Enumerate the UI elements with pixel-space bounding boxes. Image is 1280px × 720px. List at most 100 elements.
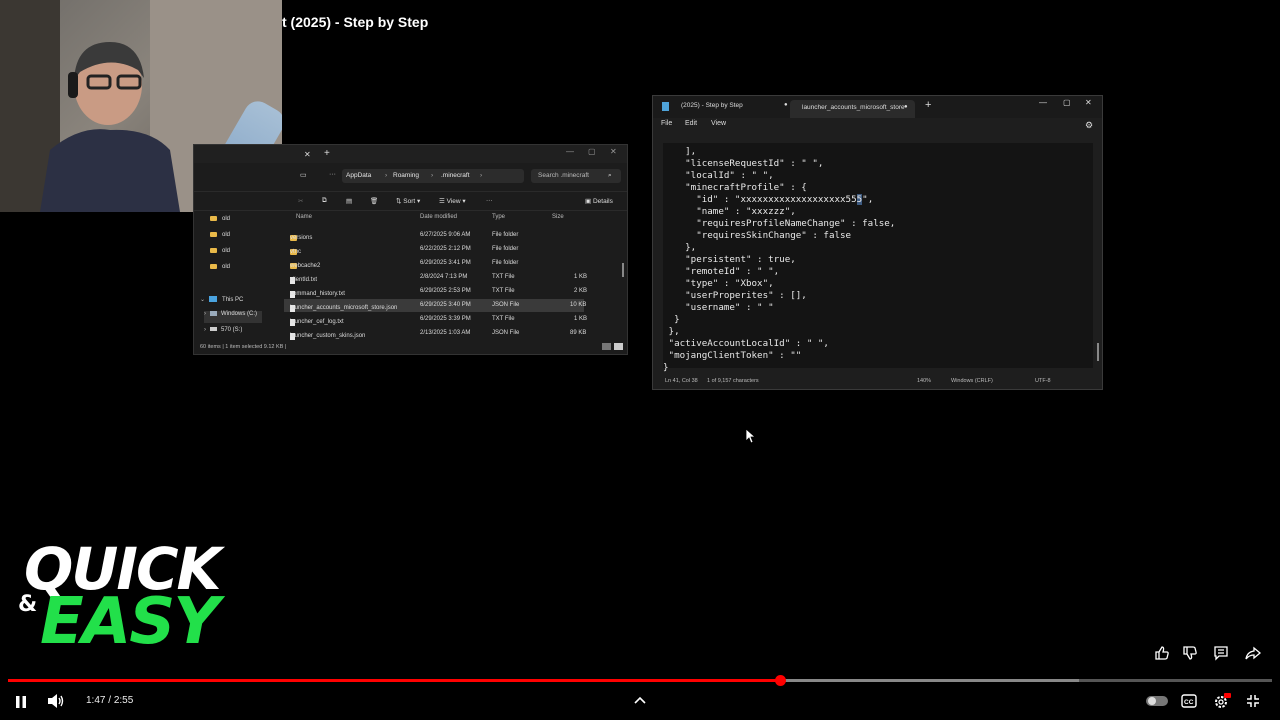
sidebar-item-windows-c[interactable]: › Windows (C:) [204, 311, 262, 323]
file-size: 89 KB [570, 330, 587, 336]
breadcrumb-chevron-icon: › [431, 172, 434, 179]
tab-video-title[interactable]: (2025) - Step by Step [681, 102, 743, 109]
file-row[interactable]: launcher_custom_skins.json 2/13/2025 1:03… [284, 327, 587, 340]
menu-file[interactable]: File [661, 120, 672, 127]
close-window-icon[interactable]: ✕ [610, 147, 617, 156]
file-row[interactable]: webcache2 6/29/2025 3:41 PM File folder [284, 257, 584, 270]
sidebar-item-old[interactable]: old [210, 264, 230, 270]
details-button[interactable]: ▣ Details [585, 197, 613, 205]
exit-fullscreen-icon[interactable] [1246, 694, 1260, 708]
encoding[interactable]: UTF-8 [1035, 378, 1051, 384]
search-placeholder: Search .minecraft [538, 172, 589, 179]
search-input[interactable]: Search .minecraft ⌕ [531, 169, 621, 183]
minimize-icon[interactable]: — [566, 147, 574, 156]
file-row[interactable]: launcher_cef_log.txt 6/29/2025 3:39 PM TXT… [284, 313, 587, 326]
pause-icon[interactable] [14, 695, 28, 709]
tiles-view-icon[interactable] [614, 343, 623, 350]
sidebar-item-old[interactable]: old [210, 248, 230, 254]
video-progress-bar[interactable] [8, 675, 1272, 686]
sidebar-item-this-pc[interactable]: ⌄ This PC [200, 296, 243, 303]
code-text: ], "licenseRequestId" : " ", "localId" :… [685, 146, 857, 205]
close-window-icon[interactable]: ✕ [1085, 98, 1092, 107]
more-options-button[interactable]: ··· [486, 197, 493, 204]
share-icon[interactable] [1245, 645, 1262, 661]
file-name: webcache2 [290, 263, 321, 269]
column-header-type[interactable]: Type [492, 214, 505, 220]
maximize-icon[interactable]: ▢ [588, 147, 596, 156]
sort-button[interactable]: ⇅ Sort ▾ [396, 197, 420, 205]
scrollbar-thumb[interactable] [1097, 343, 1099, 361]
column-header-date[interactable]: Date modified [420, 214, 457, 220]
file-type: File folder [492, 246, 519, 252]
file-name: vtnc [290, 249, 302, 255]
folder-icon [210, 232, 217, 237]
file-row[interactable]: command_history.txt 6/29/2025 2:53 PM TXT … [284, 285, 587, 298]
new-tab-icon[interactable]: + [925, 99, 931, 111]
volume-icon[interactable] [47, 693, 65, 709]
file-row[interactable]: versions 6/27/2025 9:06 AM File folder [284, 229, 584, 242]
breadcrumb-item[interactable]: .minecraft [441, 172, 470, 179]
sidebar-item-old[interactable]: old [210, 216, 230, 222]
sidebar-item-label: old [222, 248, 231, 255]
sidebar-item-label: This PC [222, 297, 244, 303]
details-view-icon[interactable] [602, 343, 611, 350]
like-icon[interactable] [1154, 645, 1170, 661]
brand-ampersand: & [18, 592, 38, 617]
settings-icon[interactable] [1213, 693, 1231, 709]
cut-icon[interactable]: ✂ [298, 197, 303, 205]
breadcrumb-item[interactable]: Roaming [393, 172, 419, 179]
time-display: 1:47 / 2:55 [86, 695, 133, 706]
delete-icon[interactable]: 🗑 [370, 197, 378, 205]
settings-gear-icon[interactable]: ⚙ [1085, 120, 1093, 131]
captions-icon[interactable]: CC [1181, 694, 1197, 708]
menu-view[interactable]: View [711, 120, 726, 127]
played-bar [8, 679, 781, 682]
zoom-level[interactable]: 140% [917, 378, 931, 384]
file-size: 10 KB [570, 302, 587, 308]
view-button[interactable]: ☰ View ▾ [439, 197, 466, 205]
file-row-selected[interactable]: launcher_accounts_microsoft_store.json 6/… [284, 299, 587, 312]
maximize-icon[interactable]: ▢ [1063, 98, 1071, 107]
column-header-name[interactable]: Name [296, 214, 312, 220]
scrubber-handle[interactable] [774, 675, 786, 686]
drive-icon [210, 327, 217, 332]
new-tab-icon[interactable]: + [324, 148, 330, 159]
file-date: 6/29/2025 3:39 PM [420, 316, 471, 322]
tab-launcher-accounts[interactable]: launcher_accounts_microsoft_store ● [790, 100, 915, 118]
scrollbar-thumb[interactable] [622, 263, 624, 277]
paste-icon[interactable]: ▤ [346, 197, 352, 205]
breadcrumb-chevron-icon: › [385, 172, 388, 179]
file-type: TXT File [492, 316, 515, 322]
folder-icon [210, 248, 217, 253]
file-name: clientId.txt [290, 277, 318, 283]
copy-icon[interactable]: ⧉ [322, 197, 327, 205]
details-label: Details [592, 198, 613, 205]
text-editor[interactable]: ], "licenseRequestId" : " ", "localId" :… [663, 143, 1099, 373]
line-ending[interactable]: Windows (CRLF) [951, 378, 993, 384]
character-count: 1 of 9,157 characters [707, 378, 759, 384]
breadcrumb-item[interactable]: AppData [346, 172, 371, 179]
sidebar-item-old[interactable]: old [210, 232, 230, 238]
minimize-icon[interactable]: — [1039, 98, 1047, 107]
comments-icon[interactable] [1213, 645, 1229, 661]
autoplay-toggle[interactable] [1146, 696, 1168, 706]
file-row[interactable]: vtnc 6/22/2025 2:12 PM File folder [284, 243, 584, 256]
file-row[interactable]: clientId.txt 2/8/2024 7:13 PM TXT File 1 KB [284, 271, 587, 284]
dislike-icon[interactable] [1182, 645, 1198, 661]
notepad-app-icon [662, 102, 669, 111]
unsaved-dot-icon: ● [784, 102, 788, 108]
column-header-size[interactable]: Size [552, 214, 564, 220]
file-explorer-window: ✕ + — ▢ ✕ ▭ ··· AppData › Roaming › .min… [193, 144, 628, 355]
view-label: View [446, 198, 461, 205]
chevron-down-icon: ⌄ [200, 297, 206, 303]
menu-edit[interactable]: Edit [685, 120, 697, 127]
pc-icon[interactable]: ▭ [300, 171, 307, 179]
chevron-up-icon[interactable] [634, 695, 646, 705]
breadcrumb-overflow-icon[interactable]: ··· [329, 171, 336, 178]
time-separator: / [105, 695, 114, 706]
close-tab-icon[interactable]: ✕ [304, 150, 311, 159]
notepad-tab-bar: (2025) - Step by Step ● launcher_account… [653, 96, 1102, 118]
sidebar-item-drive-s[interactable]: › 570 (S:) [204, 327, 242, 333]
file-date: 6/27/2025 9:06 AM [420, 232, 471, 238]
address-bar[interactable]: AppData › Roaming › .minecraft › [342, 169, 524, 183]
